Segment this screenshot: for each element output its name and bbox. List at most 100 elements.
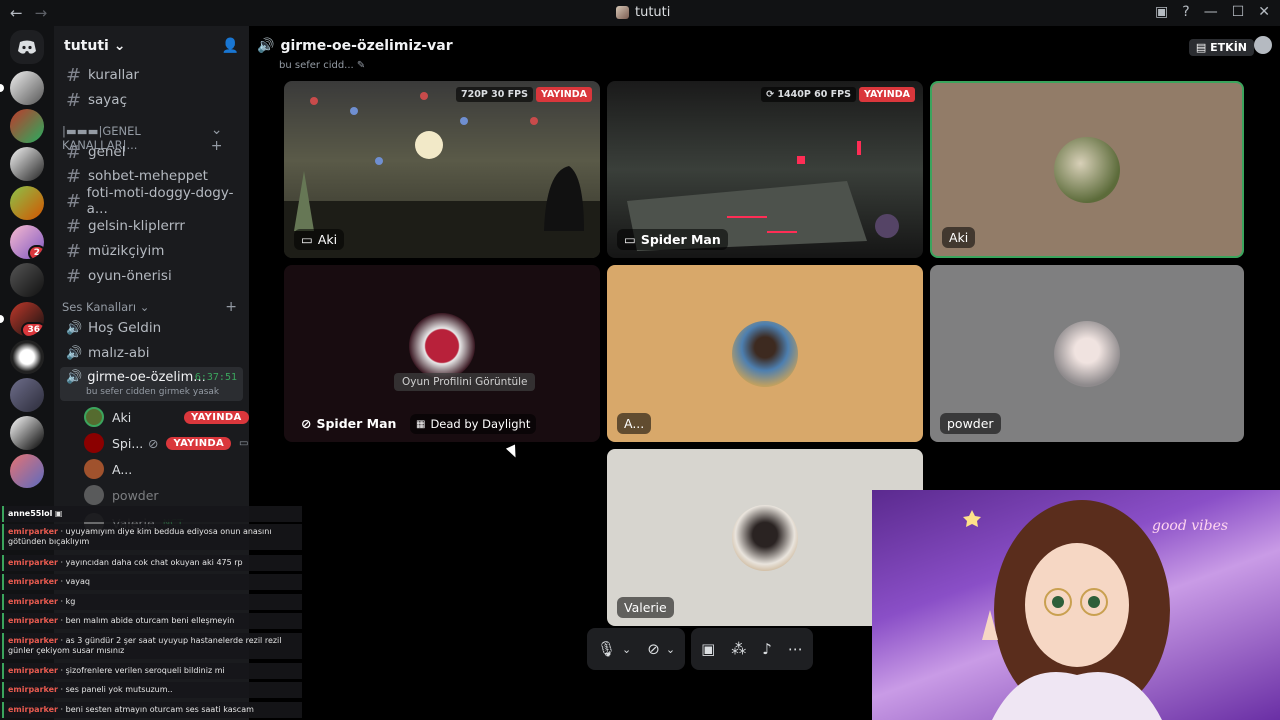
chat-username: emirparker: [8, 577, 58, 586]
discord-home-button[interactable]: [10, 30, 44, 64]
chat-text: vayaq: [65, 577, 90, 586]
help-icon[interactable]: ?: [1182, 4, 1189, 20]
maximize-icon[interactable]: ☐: [1232, 4, 1245, 20]
anime-art: good vibes: [963, 500, 1228, 720]
mention-badge: 36: [21, 322, 44, 336]
pencil-icon[interactable]: ✎: [357, 60, 365, 71]
soundboard-icon[interactable]: ♪: [762, 640, 772, 658]
minimize-icon[interactable]: —: [1204, 4, 1218, 20]
microphone-icon[interactable]: 🎙: [597, 640, 616, 658]
forward-arrow-icon[interactable]: →: [35, 4, 48, 22]
view-game-profile-button[interactable]: Oyun Profilini Görüntüle: [394, 373, 536, 391]
screen-share-icon[interactable]: ▣: [701, 640, 715, 658]
chat-username: emirparker: [8, 558, 58, 567]
chat-username: emirparker: [8, 685, 58, 694]
call-controls: 🎙 ⌄ ⊘ ⌄ ▣ ⁂ ♪ ⋯: [587, 628, 813, 670]
screen-icon: ▭: [239, 437, 249, 449]
activity-button[interactable]: ▤ ETKİN: [1188, 39, 1254, 56]
user-tile-spiderman[interactable]: Oyun Profilini Görüntüle ⊘ Spider Man ▦ De…: [284, 265, 600, 442]
channel-oyun[interactable]: # oyun-önerisi: [60, 264, 243, 288]
server-avatar-icon: [616, 6, 629, 19]
chat-text: ses paneli yok mutsuzum..: [65, 685, 173, 694]
deafened-icon: ⊘: [301, 416, 312, 431]
voice-user-spider[interactable]: Spi... ⊘ YAYINDA ▭: [84, 432, 248, 454]
user-label: A...: [112, 461, 133, 477]
speaker-icon: 🔊: [257, 38, 275, 54]
voice-channel-maliz[interactable]: 🔊 malız-abi: [60, 341, 243, 365]
channel-label: Hoş Geldin: [88, 320, 162, 336]
server-icon[interactable]: [10, 263, 44, 297]
fps-badge: 720P 30 FPS: [456, 87, 533, 102]
hash-icon: #: [66, 215, 82, 237]
user-tile-a[interactable]: A...: [607, 265, 923, 442]
chat-bubble-icon[interactable]: [1254, 36, 1272, 54]
voice-user-aki[interactable]: Aki YAYINDA: [84, 406, 249, 428]
tile-name: ▭ Spider Man: [617, 229, 728, 250]
avatar: [732, 320, 798, 387]
server-icon[interactable]: [10, 340, 44, 374]
server-icon[interactable]: 2: [10, 225, 44, 259]
game-activity-tag[interactable]: ▦ Dead by Daylight: [410, 414, 537, 434]
server-icon[interactable]: [10, 186, 44, 220]
channel-label: sohbet-meheppet: [88, 168, 208, 184]
voice-timer: 6:37:51: [194, 372, 237, 383]
channel-label: müzikçiyim: [88, 243, 165, 259]
channel-sayac[interactable]: # sayaç: [60, 88, 243, 112]
activity-icon[interactable]: ⁂: [731, 640, 746, 658]
server-icon[interactable]: [10, 147, 44, 181]
voice-subtitle[interactable]: bu sefer cidd... ✎: [279, 60, 365, 71]
back-arrow-icon[interactable]: ←: [10, 4, 23, 22]
chat-message: emirparker · as 3 gündür 2 şer saat uyuy…: [2, 633, 302, 659]
server-icon[interactable]: 36: [10, 302, 44, 336]
channel-label: malız-abi: [88, 345, 150, 361]
avatar: [84, 433, 104, 453]
server-header[interactable]: tututi ⌄ 👤: [54, 26, 249, 66]
camera-off-icon[interactable]: ⊘: [647, 640, 660, 658]
server-icon[interactable]: [10, 378, 44, 412]
inbox-icon[interactable]: ▣: [1155, 4, 1168, 20]
chat-message: emirparker · şizofrenlere verilen seroqu…: [2, 663, 302, 679]
chat-message: emirparker · uyuyamıyım diye kim beddua …: [2, 524, 302, 550]
tile-name-text: Spider Man: [316, 416, 397, 431]
stream-badges: ⟳ 1440P 60 FPS YAYINDA: [761, 87, 915, 102]
server-icon[interactable]: [10, 416, 44, 450]
gamepad-icon: ▤: [1195, 41, 1207, 54]
server-icon[interactable]: [10, 109, 44, 143]
channel-label: genel: [88, 144, 126, 160]
mention-badge: 2: [27, 245, 44, 259]
unread-pill: [0, 84, 4, 92]
more-icon[interactable]: ⋯: [788, 640, 803, 658]
game-icon: ▦: [416, 418, 426, 430]
user-tile-powder[interactable]: powder: [930, 265, 1244, 442]
stream-chat-overlay: anne55lol ▣ emirparker · uyuyamıyım diye…: [0, 486, 306, 720]
channel-genel[interactable]: # genel: [60, 140, 243, 164]
add-channel-icon[interactable]: +: [225, 299, 237, 315]
chevron-down-icon[interactable]: ⌄: [666, 643, 675, 656]
voice-channel-hosgeldin[interactable]: 🔊 Hoş Geldin: [60, 316, 243, 340]
channel-foti[interactable]: # foti-moti-doggy-dogy-a...: [60, 185, 243, 217]
speaker-icon: 🔊: [66, 320, 83, 336]
channel-klipler[interactable]: # gelsin-kliplerrr: [60, 214, 243, 238]
overlay-label: Oyun Profilini Görüntüle: [402, 376, 528, 388]
user-label: Spi...: [112, 435, 144, 451]
stream-tile-spiderman[interactable]: ⟳ 1440P 60 FPS YAYINDA ▭ Spider Man: [607, 81, 923, 258]
hash-icon: #: [66, 240, 82, 262]
close-icon[interactable]: ✕: [1258, 4, 1270, 20]
chevron-down-icon[interactable]: ⌄: [622, 643, 631, 656]
hash-icon: #: [66, 141, 82, 163]
avatar: [732, 504, 798, 571]
category-voice[interactable]: Ses Kanalları ⌄ +: [62, 299, 237, 315]
invite-icon[interactable]: 👤: [222, 38, 239, 54]
voice-user-a[interactable]: A...: [84, 458, 132, 480]
channel-muzik[interactable]: # müzikçiyim: [60, 239, 243, 263]
channel-kurallar[interactable]: # kurallar: [60, 63, 243, 87]
stream-tile-aki[interactable]: 720P 30 FPS YAYINDA ▭ Aki: [284, 81, 600, 258]
active-voice-channel[interactable]: 🔊 girme-oe-özelim... 6:37:51 bu sefer ci…: [60, 367, 243, 401]
server-icon[interactable]: [10, 71, 44, 105]
channel-label: foti-moti-doggy-dogy-a...: [86, 185, 234, 217]
avatar: [1054, 136, 1120, 203]
channel-label: kurallar: [88, 67, 140, 83]
chat-username: emirparker: [8, 705, 58, 714]
server-icon[interactable]: [10, 454, 44, 488]
user-tile-aki[interactable]: Aki: [930, 81, 1244, 258]
